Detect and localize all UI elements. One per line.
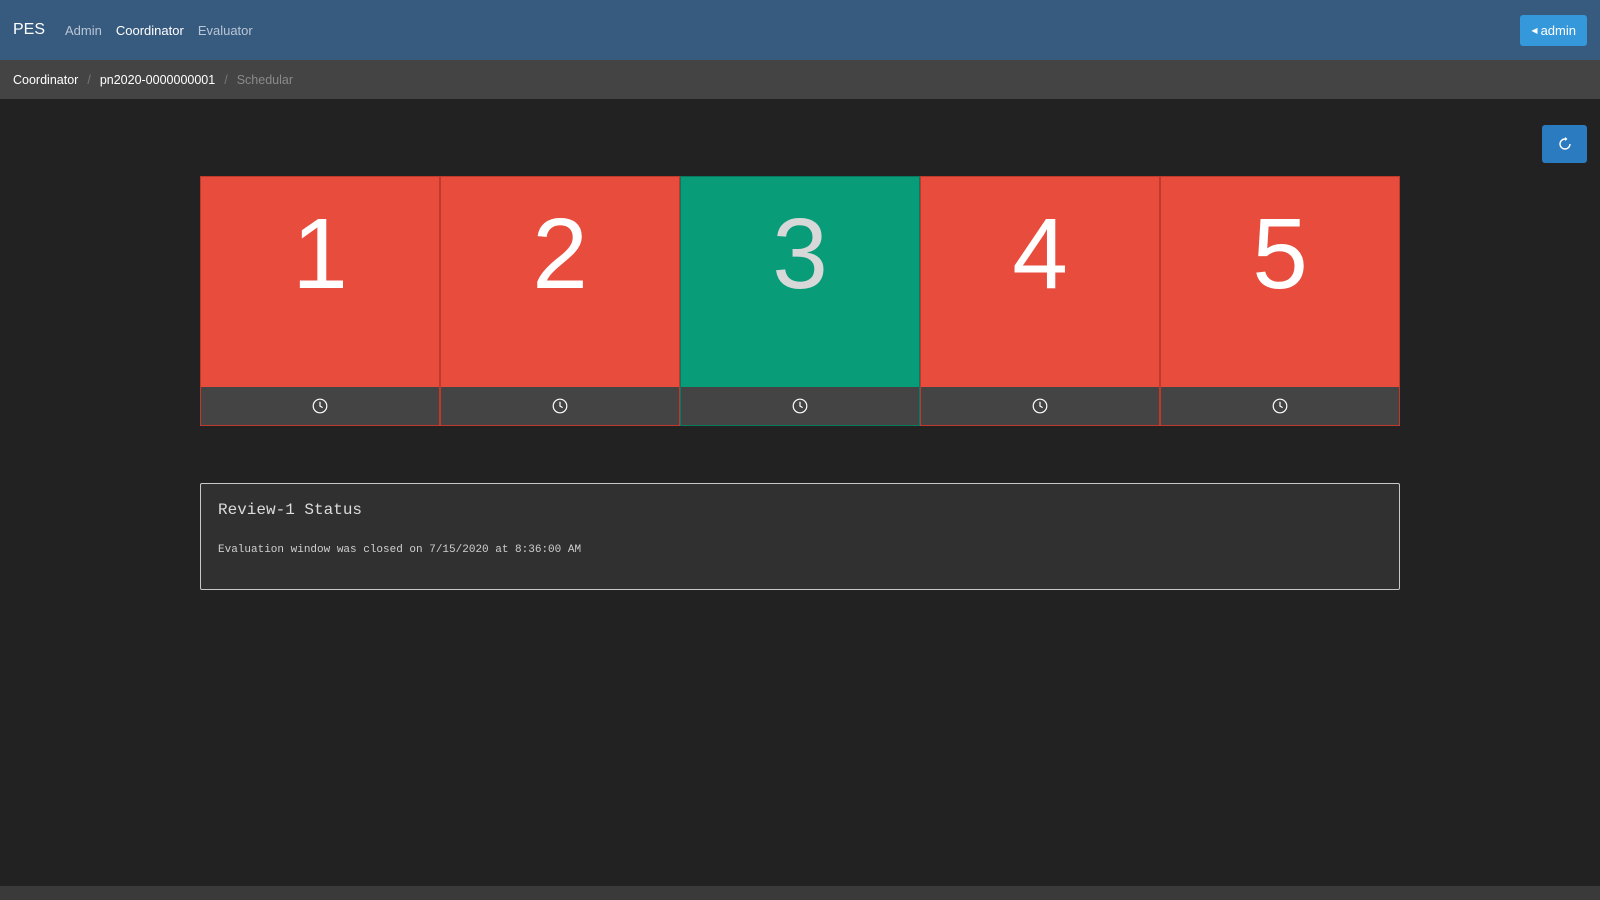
tile-footer[interactable] bbox=[1161, 387, 1399, 425]
review-number: 1 bbox=[201, 177, 439, 387]
clock-icon bbox=[312, 398, 328, 414]
breadcrumb-separator: / bbox=[87, 72, 91, 87]
review-number: 3 bbox=[681, 177, 919, 387]
review-tile-1[interactable]: 1 bbox=[200, 176, 440, 426]
review-tile-3[interactable]: 3 bbox=[680, 176, 920, 426]
clock-icon bbox=[552, 398, 568, 414]
caret-left-icon: ◀ bbox=[1531, 26, 1538, 35]
breadcrumb: Coordinator / pn2020-0000000001 / Schedu… bbox=[0, 60, 1600, 99]
clock-icon bbox=[1032, 398, 1048, 414]
bottom-scrollbar[interactable] bbox=[0, 886, 1600, 900]
tile-footer[interactable] bbox=[201, 387, 439, 425]
user-menu-button[interactable]: ◀ admin bbox=[1520, 15, 1587, 46]
nav-link-admin[interactable]: Admin bbox=[65, 23, 102, 38]
status-message: Evaluation window was closed on 7/15/202… bbox=[218, 544, 582, 556]
review-tile-5[interactable]: 5 bbox=[1160, 176, 1400, 426]
breadcrumb-item-coordinator[interactable]: Coordinator bbox=[13, 73, 78, 87]
review-number: 5 bbox=[1161, 177, 1399, 387]
clock-icon bbox=[1272, 398, 1288, 414]
review-tile-4[interactable]: 4 bbox=[920, 176, 1160, 426]
user-menu-label: admin bbox=[1540, 23, 1576, 38]
navbar: PES Admin Coordinator Evaluator ◀ admin bbox=[0, 0, 1600, 60]
tile-footer[interactable] bbox=[921, 387, 1159, 425]
status-panel: Review-1 Status Evaluation window was cl… bbox=[200, 483, 1400, 590]
breadcrumb-item-project[interactable]: pn2020-0000000001 bbox=[100, 73, 215, 87]
tile-footer[interactable] bbox=[681, 387, 919, 425]
nav-link-coordinator[interactable]: Coordinator bbox=[116, 23, 184, 38]
review-tile-2[interactable]: 2 bbox=[440, 176, 680, 426]
breadcrumb-current: Schedular bbox=[236, 72, 293, 87]
nav-link-evaluator[interactable]: Evaluator bbox=[198, 23, 253, 38]
breadcrumb-separator: / bbox=[224, 72, 228, 87]
review-tiles: 12345 bbox=[200, 176, 1400, 426]
review-number: 4 bbox=[921, 177, 1159, 387]
clock-icon bbox=[792, 398, 808, 414]
status-title: Review-1 Status bbox=[218, 501, 363, 519]
refresh-icon bbox=[1558, 137, 1571, 150]
refresh-button[interactable] bbox=[1542, 125, 1587, 163]
tile-footer[interactable] bbox=[441, 387, 679, 425]
review-number: 2 bbox=[441, 177, 679, 387]
brand-logo[interactable]: PES bbox=[13, 21, 45, 39]
